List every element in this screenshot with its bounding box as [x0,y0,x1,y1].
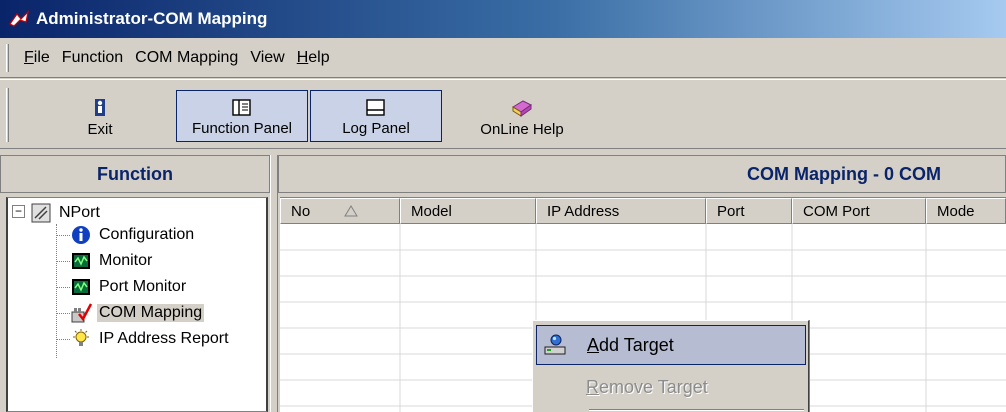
tree-item-label: Monitor [99,252,153,269]
online-help-button[interactable]: OnLine Help [452,90,592,142]
function-tree: − NPort Configuration Monitor Port Monit… [6,197,268,412]
menubar-grip [6,44,9,72]
tree-root-label: NPort [59,204,100,221]
window-title: Administrator-COM Mapping [36,9,268,28]
log-panel-label: Log Panel [342,120,410,137]
context-menu: Add Target Remove Target [532,320,809,412]
collapse-toggle[interactable]: − [12,205,25,218]
function-panel-icon [232,99,251,116]
column-header-mode[interactable]: Mode [926,198,1006,224]
log-panel-button[interactable]: Log Panel [310,90,442,142]
sort-ascending-icon [344,205,359,217]
tree-item-label: IP Address Report [99,330,229,347]
exit-label: Exit [87,121,113,138]
column-header-port[interactable]: Port [706,198,792,224]
add-target-icon [544,334,566,355]
tree-connector [56,287,70,288]
nport-icon [30,202,52,224]
context-menu-separator [589,409,804,411]
tree-item-ip-address-report[interactable]: IP Address Report [70,326,231,352]
tree-connector [56,235,70,236]
function-panel: Function − NPort Configuration Monitor P… [0,155,270,412]
online-help-label: OnLine Help [480,121,564,138]
toolbar: Exit Function Panel Log Panel OnLine Hel… [0,79,1006,149]
tree-item-monitor[interactable]: Monitor [70,248,154,274]
remove-target-label: Remove Target [586,376,708,397]
menu-view[interactable]: View [250,49,284,67]
tree-item-label: Port Monitor [99,278,187,295]
function-panel-button[interactable]: Function Panel [176,90,308,142]
column-header-no[interactable]: No [280,198,400,224]
menu-bar: File Function COM Mapping View Help [0,38,1006,78]
tree-item-label: Configuration [99,226,195,243]
tree-connector [56,224,57,358]
menu-function[interactable]: Function [62,49,123,67]
function-panel-label: Function Panel [191,120,293,137]
remove-target-icon-placeholder [542,375,568,399]
add-target-menu-item[interactable]: Add Target [536,325,806,365]
tree-item-com-mapping[interactable]: COM Mapping [70,300,205,326]
tree-item-port-monitor[interactable]: Port Monitor [70,274,188,300]
tree-connector [56,261,70,262]
com-mapping-header: COM Mapping - 0 COM [278,155,1006,193]
toolbar-grip [6,88,9,142]
table-header: No Model IP Address Port COM Port Mode [280,198,1006,224]
log-panel-icon [366,99,385,116]
menu-com-mapping[interactable]: COM Mapping [135,49,238,67]
column-header-model[interactable]: Model [400,198,536,224]
add-target-label: Add Target [587,334,674,355]
menu-help[interactable]: Help [297,49,330,67]
function-panel-header: Function [0,155,270,193]
ip-report-icon [70,328,92,350]
tree-connector [56,313,70,314]
exit-button[interactable]: Exit [30,90,170,142]
info-icon [70,224,92,246]
tree-item-configuration[interactable]: Configuration [70,222,196,248]
exit-icon [95,99,105,116]
online-help-icon [512,100,532,117]
title-bar: Administrator-COM Mapping [0,0,1006,38]
remove-target-menu-item[interactable]: Remove Target [536,367,806,407]
column-header-com-port[interactable]: COM Port [792,198,926,224]
app-icon [9,10,29,27]
com-mapping-icon [70,302,92,324]
menu-file[interactable]: File [24,49,50,67]
tree-connector [56,339,70,340]
column-header-ip-address[interactable]: IP Address [536,198,706,224]
tree-item-label: COM Mapping [97,304,205,322]
port-monitor-icon [70,276,92,298]
panel-splitter[interactable] [270,155,278,412]
monitor-icon [70,250,92,272]
